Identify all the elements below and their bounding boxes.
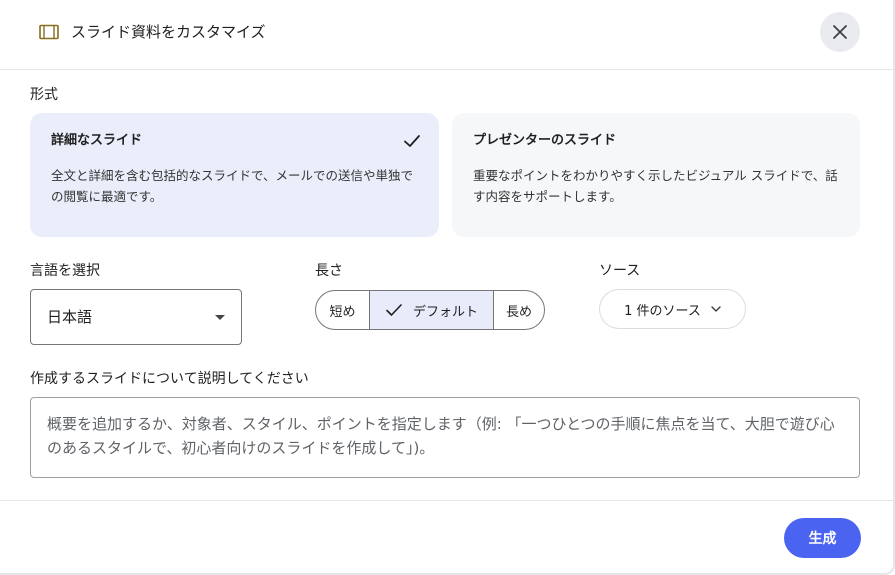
dialog-header: スライド資料をカスタマイズ bbox=[0, 0, 893, 70]
source-label: ソース bbox=[599, 263, 641, 279]
length-option-label: デフォルト bbox=[412, 304, 478, 320]
check-icon bbox=[404, 135, 420, 147]
length-option-label: 短め bbox=[329, 304, 356, 320]
format-label: 形式 bbox=[30, 87, 58, 103]
language-value: 日本語 bbox=[47, 308, 93, 326]
check-icon bbox=[386, 304, 402, 316]
format-option-description: 全文と詳細を含む包括的なスライドで、メールでの送信や単独での閲覧に最適です。 bbox=[51, 168, 414, 204]
language-label: 言語を選択 bbox=[30, 263, 100, 279]
length-segmented-control: 短め デフォルト 長め bbox=[315, 290, 545, 330]
length-label: 長さ bbox=[315, 263, 343, 279]
dialog-title: スライド資料をカスタマイズ bbox=[71, 23, 266, 41]
format-option-detailed[interactable]: 詳細なスライド 全文と詳細を含む包括的なスライドで、メールでの送信や単独での閲覧… bbox=[30, 113, 439, 237]
language-select[interactable]: 日本語 bbox=[30, 289, 242, 345]
source-button[interactable]: 1 件のソース bbox=[599, 289, 746, 329]
dropdown-arrow-icon bbox=[215, 315, 225, 320]
customize-slides-dialog: スライド資料をカスタマイズ 形式 詳細なスライド 全文と詳細を含む包括的なスライ… bbox=[0, 0, 895, 575]
format-option-description: 重要なポイントをわかりやすく示したビジュアル スライドで、話す内容をサポートしま… bbox=[473, 168, 838, 204]
format-option-presenter[interactable]: プレゼンターのスライド 重要なポイントをわかりやすく示したビジュアル スライドで… bbox=[452, 113, 860, 237]
description-placeholder: 概要を追加するか、対象者、スタイル、ポイントを指定します（例: 「一つひとつの手… bbox=[47, 415, 835, 457]
format-option-title: 詳細なスライド bbox=[51, 133, 143, 148]
source-button-label: 1 件のソース bbox=[624, 303, 701, 319]
close-icon bbox=[833, 25, 847, 39]
length-option-long[interactable]: 長め bbox=[493, 291, 544, 329]
slides-icon bbox=[39, 24, 59, 40]
description-input[interactable]: 概要を追加するか、対象者、スタイル、ポイントを指定します（例: 「一つひとつの手… bbox=[30, 397, 860, 478]
footer-divider bbox=[0, 500, 893, 501]
format-option-title: プレゼンターのスライド bbox=[473, 133, 617, 148]
length-option-short[interactable]: 短め bbox=[316, 291, 369, 329]
length-option-default[interactable]: デフォルト bbox=[369, 291, 493, 329]
generate-button[interactable]: 生成 bbox=[784, 518, 861, 558]
close-button[interactable] bbox=[820, 12, 860, 52]
chevron-down-icon bbox=[711, 306, 721, 312]
length-option-label: 長め bbox=[505, 304, 532, 320]
description-label: 作成するスライドについて説明してください bbox=[30, 371, 309, 387]
